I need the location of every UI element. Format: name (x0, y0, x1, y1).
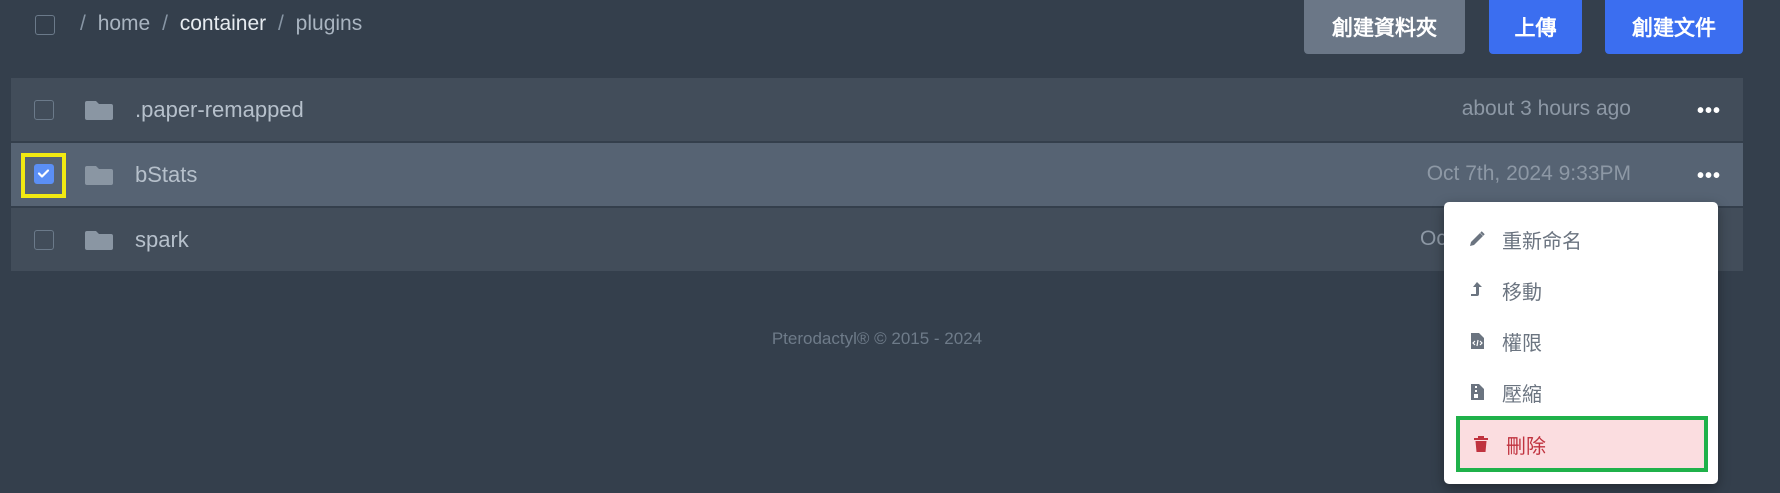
menu-item-label: 刪除 (1506, 435, 1546, 458)
file-code-icon (1466, 332, 1488, 350)
upload-button[interactable]: 上傳 (1489, 0, 1582, 54)
menu-item-label: 移動 (1502, 281, 1542, 304)
folder-icon (85, 166, 113, 185)
checkbox-highlight (21, 153, 66, 198)
new-folder-button[interactable]: 創建資料夾 (1304, 0, 1465, 54)
breadcrumb-plugins: plugins (295, 12, 363, 35)
file-modified: Oct 7th, 2024 9:33PM (1426, 162, 1631, 185)
file-row[interactable]: bStats Oct 7th, 2024 9:33PM ••• (11, 143, 1743, 206)
breadcrumb-home[interactable]: home (98, 12, 151, 35)
row-checkbox[interactable] (34, 100, 54, 120)
select-all-checkbox[interactable] (35, 15, 55, 35)
menu-item-label: 壓縮 (1502, 383, 1542, 406)
menu-item-delete[interactable]: 刪除 (1456, 416, 1708, 472)
row-checkbox[interactable] (34, 230, 54, 250)
file-modified: about 3 hours ago (1461, 97, 1631, 120)
file-name[interactable]: spark (135, 227, 189, 253)
trash-icon (1470, 435, 1492, 453)
file-name[interactable]: bStats (135, 162, 197, 188)
context-menu: 重新命名 移動 權限 壓縮 刪除 (1444, 202, 1718, 484)
breadcrumb-container[interactable]: container (180, 12, 266, 35)
menu-item-label: 重新命名 (1502, 230, 1582, 253)
menu-item-rename[interactable]: 重新命名 (1444, 214, 1718, 264)
new-file-button[interactable]: 創建文件 (1605, 0, 1743, 54)
breadcrumb-separator: / (162, 12, 168, 35)
breadcrumb-separator: / (277, 12, 284, 35)
file-modified: Oc (1420, 227, 1447, 250)
menu-item-permissions[interactable]: 權限 (1444, 316, 1718, 366)
folder-icon (85, 231, 113, 250)
menu-item-compress[interactable]: 壓縮 (1444, 367, 1718, 417)
file-name[interactable]: .paper-remapped (135, 97, 304, 123)
breadcrumb-separator: / (80, 12, 86, 35)
folder-icon (85, 101, 113, 120)
menu-item-move[interactable]: 移動 (1444, 265, 1718, 315)
level-up-icon (1466, 281, 1488, 299)
file-row[interactable]: .paper-remapped about 3 hours ago ••• (11, 78, 1743, 141)
more-options-icon[interactable]: ••• (1697, 165, 1721, 188)
breadcrumb: / home / container / plugins (80, 12, 362, 36)
menu-item-label: 權限 (1502, 332, 1542, 355)
more-options-icon[interactable]: ••• (1697, 100, 1721, 123)
file-archive-icon (1466, 383, 1488, 401)
pencil-icon (1466, 230, 1488, 248)
